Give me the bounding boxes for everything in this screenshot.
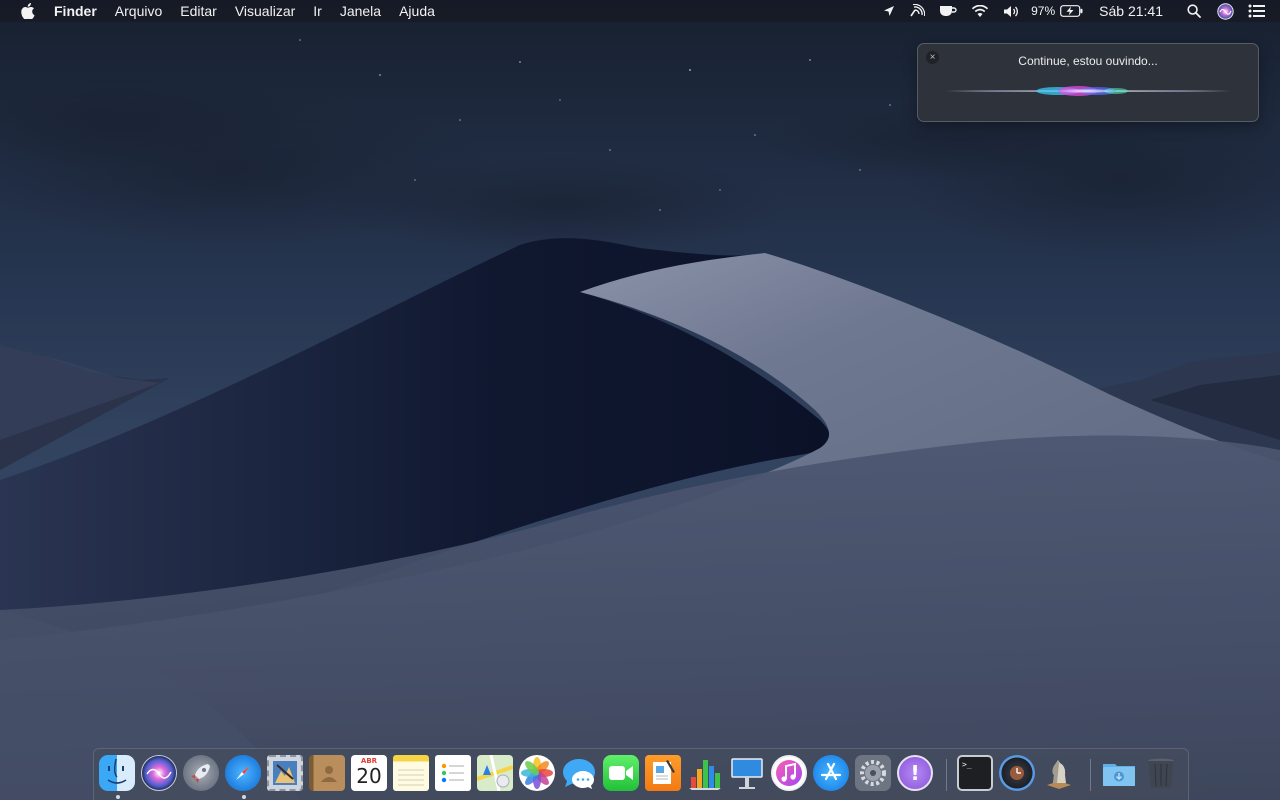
dock-trash[interactable]	[1143, 755, 1181, 793]
dock-photos[interactable]	[519, 755, 557, 793]
launchpad-rocket-icon	[183, 755, 219, 791]
dock-separator	[946, 759, 947, 791]
trash-can-icon	[1143, 755, 1179, 791]
dock-chess[interactable]	[1041, 755, 1079, 793]
itunes-note-icon	[771, 755, 807, 791]
siri-menubar-icon[interactable]	[1211, 0, 1240, 22]
dock-launchpad[interactable]	[183, 755, 221, 793]
menu-visualizar[interactable]: Visualizar	[226, 0, 304, 22]
dock-finder[interactable]	[99, 755, 137, 799]
dock-system-preferences[interactable]	[855, 755, 893, 793]
siri-icon	[141, 755, 177, 791]
menu-arquivo[interactable]: Arquivo	[106, 0, 171, 22]
volume-icon[interactable]	[996, 0, 1028, 22]
maps-icon	[477, 755, 513, 791]
siri-prompt-text: Continue, estou ouvindo...	[1018, 54, 1158, 68]
time-machine-icon	[999, 755, 1035, 791]
coffee-cup-icon[interactable]	[932, 0, 964, 22]
dock-terminal[interactable]: >_	[957, 755, 995, 793]
spotlight-search-icon[interactable]	[1177, 0, 1211, 22]
downloads-folder-icon	[1101, 755, 1137, 791]
chess-knight-icon	[1041, 755, 1077, 791]
keynote-podium-icon	[729, 755, 765, 791]
facetime-camera-icon	[603, 755, 639, 791]
photos-flower-icon	[519, 755, 555, 791]
dock-mail[interactable]	[267, 755, 305, 793]
terminal-icon: >_	[957, 755, 993, 791]
calendar-day: 20	[356, 764, 382, 788]
dock-calendar[interactable]: ABR 20	[351, 755, 389, 793]
calendar-icon: ABR 20	[351, 755, 387, 791]
dock-safari[interactable]	[225, 755, 263, 799]
menu-janela[interactable]: Janela	[331, 0, 390, 22]
dock-siri[interactable]	[141, 755, 179, 793]
running-indicator	[242, 795, 246, 799]
finder-icon	[99, 755, 135, 791]
feedback-assistant-icon: !	[897, 755, 933, 791]
numbers-chart-icon	[687, 755, 723, 791]
dock-app-store[interactable]	[813, 755, 851, 793]
menu-ir[interactable]: Ir	[304, 0, 331, 22]
dock-facetime[interactable]	[603, 755, 641, 793]
wifi-icon[interactable]	[964, 0, 996, 22]
terminal-prompt: >_	[962, 760, 972, 769]
dock-maps[interactable]	[477, 755, 515, 793]
airplay-broadcast-icon[interactable]	[902, 0, 932, 22]
apple-menu-icon[interactable]	[18, 0, 38, 22]
contacts-book-icon	[309, 755, 345, 791]
dock-numbers[interactable]	[687, 755, 725, 793]
pages-document-icon	[645, 755, 681, 791]
dock: ABR 20 ! >_	[93, 748, 1189, 800]
siri-panel[interactable]: × Continue, estou ouvindo...	[917, 43, 1259, 122]
notes-pad-icon	[393, 755, 429, 791]
dock-feedback-assistant[interactable]: !	[897, 755, 935, 793]
system-preferences-gear-icon	[855, 755, 891, 791]
dock-contacts[interactable]	[309, 755, 347, 793]
dock-downloads-folder[interactable]	[1101, 755, 1139, 793]
messages-bubble-icon	[561, 755, 597, 791]
dock-keynote[interactable]	[729, 755, 767, 793]
app-store-icon	[813, 755, 849, 791]
notification-center-icon[interactable]	[1240, 0, 1270, 22]
desktop[interactable]: Finder Arquivo Editar Visualizar Ir Jane…	[0, 0, 1280, 800]
siri-waveform-icon	[946, 86, 1230, 96]
menubar-clock[interactable]: Sáb 21:41	[1091, 0, 1177, 22]
menu-ajuda[interactable]: Ajuda	[390, 0, 444, 22]
dock-notes[interactable]	[393, 755, 431, 793]
menu-editar[interactable]: Editar	[171, 0, 226, 22]
safari-compass-icon	[225, 755, 261, 791]
dock-time-machine[interactable]	[999, 755, 1037, 793]
dock-messages[interactable]	[561, 755, 599, 793]
dock-itunes[interactable]	[771, 755, 809, 793]
dock-reminders[interactable]	[435, 755, 473, 793]
location-arrow-icon[interactable]	[876, 0, 902, 22]
dock-pages[interactable]	[645, 755, 683, 793]
dock-separator	[1090, 759, 1091, 791]
reminders-list-icon	[435, 755, 471, 791]
menu-app-finder[interactable]: Finder	[54, 0, 106, 22]
mail-stamp-icon	[267, 755, 303, 791]
battery-charging-icon[interactable]	[1058, 0, 1091, 22]
running-indicator	[116, 795, 120, 799]
battery-percent[interactable]: 97%	[1028, 0, 1058, 22]
menu-bar: Finder Arquivo Editar Visualizar Ir Jane…	[0, 0, 1280, 22]
